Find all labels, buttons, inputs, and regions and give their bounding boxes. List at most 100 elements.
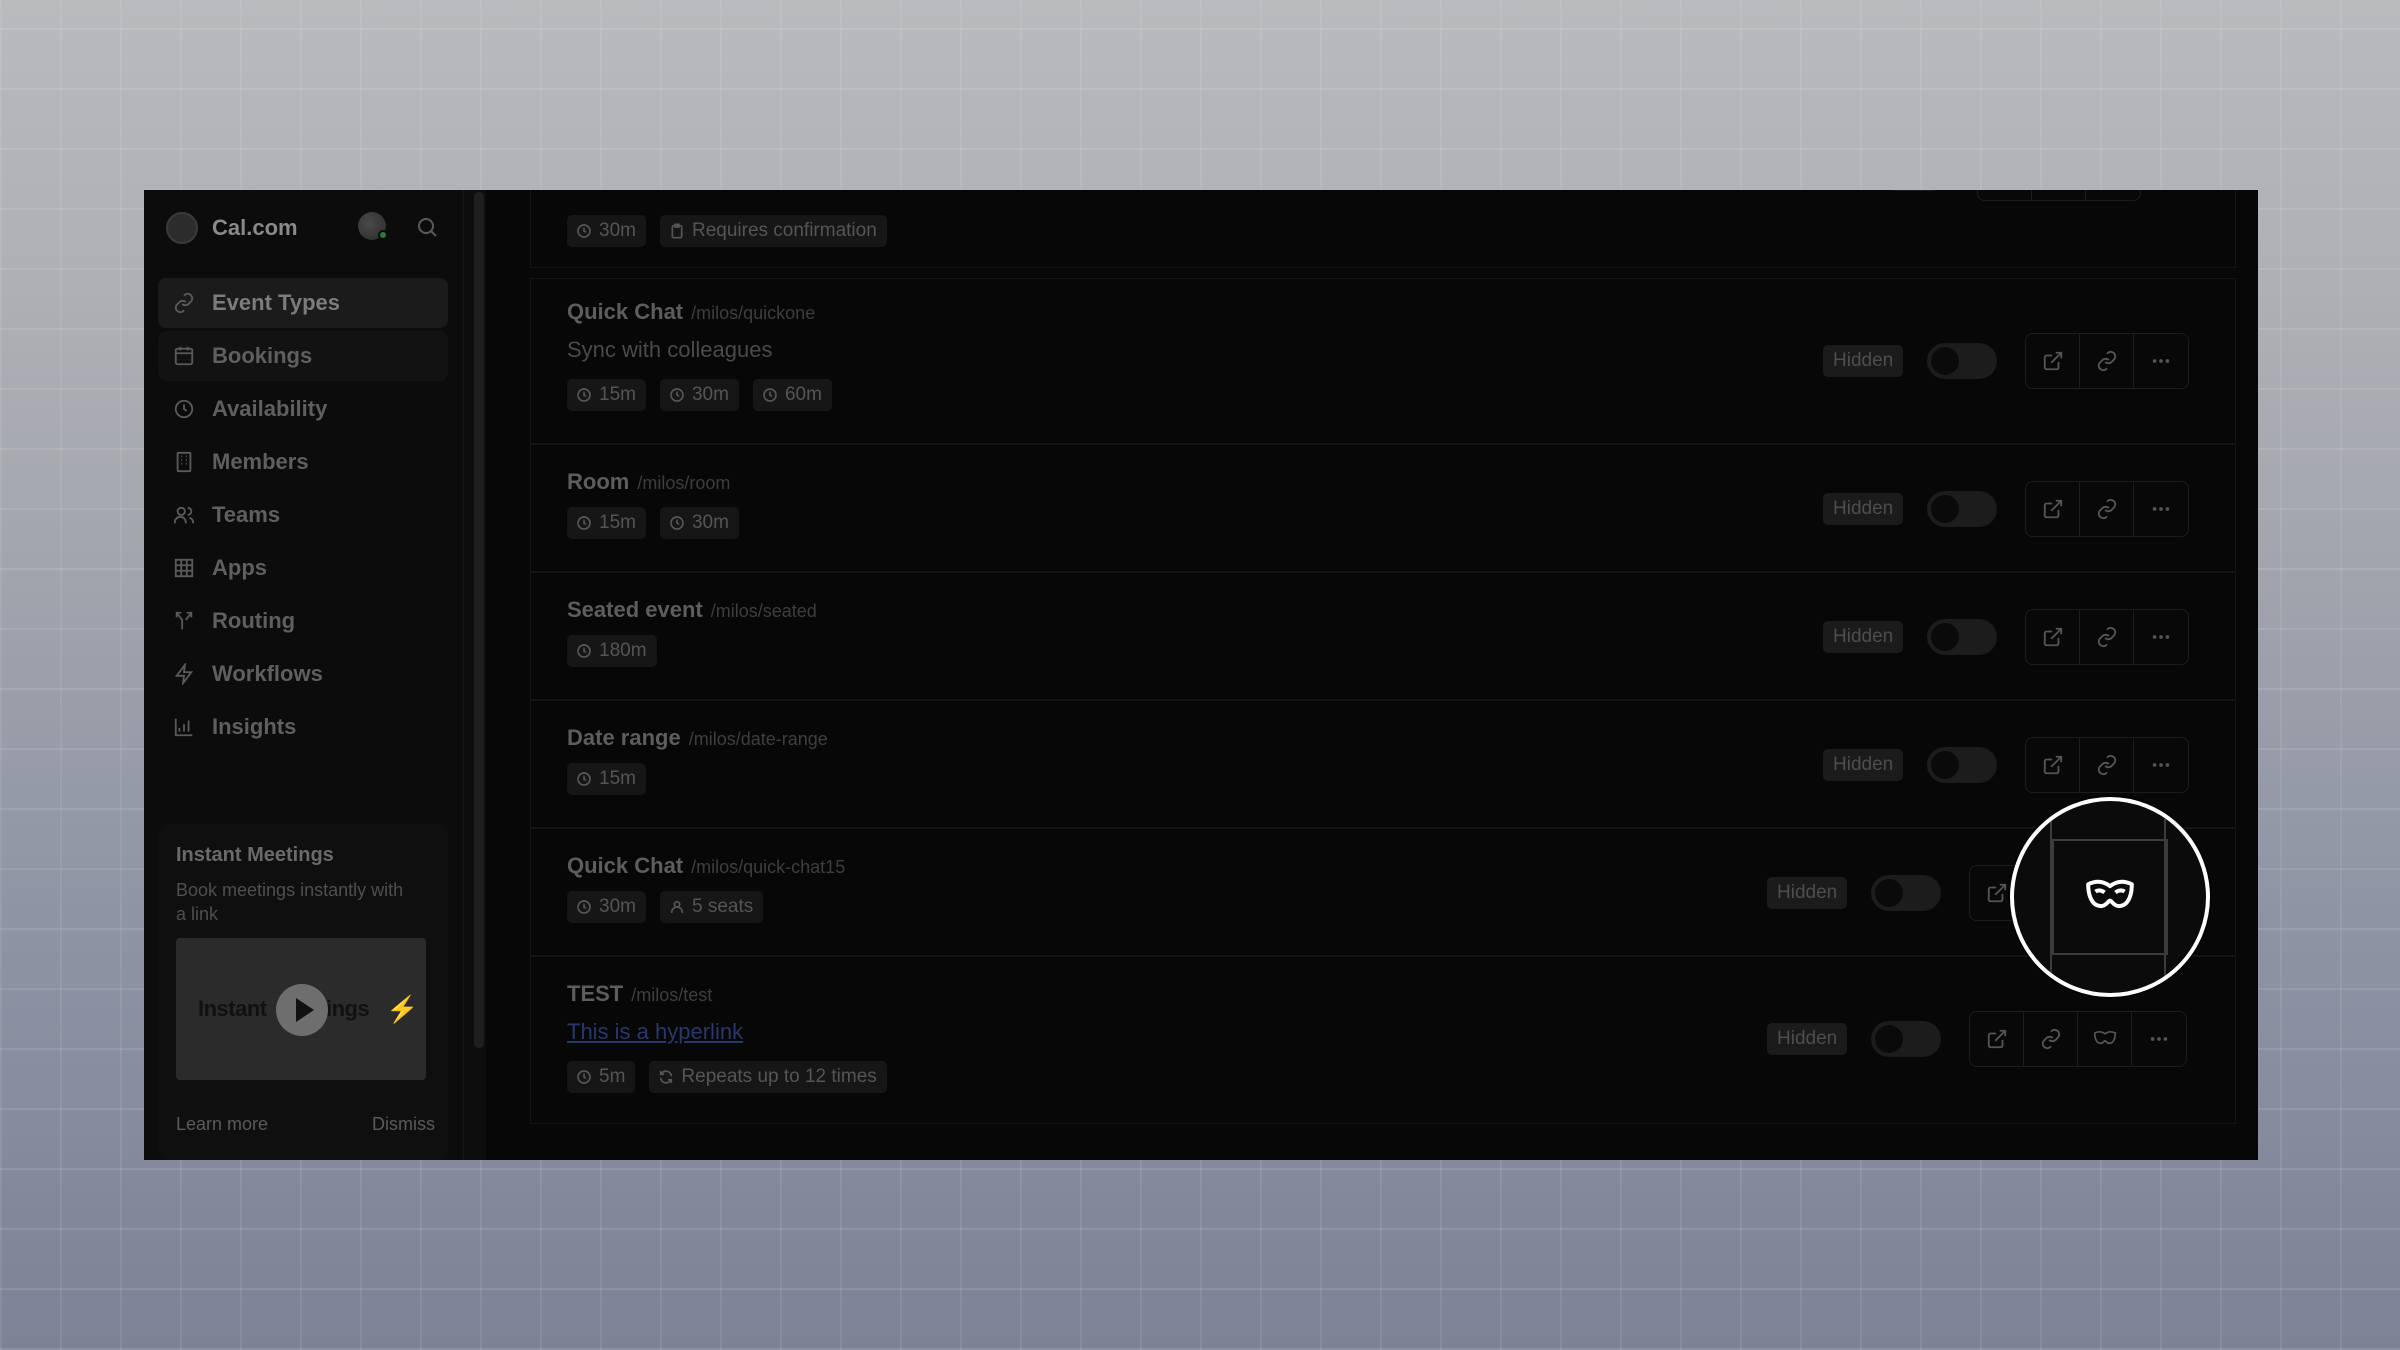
event-type-card[interactable]: TEST /milos/test This is a hyperlink 5m … <box>530 956 2236 1124</box>
promo-description: Book meetings instantly with a link <box>176 880 404 924</box>
event-badges: 5m Repeats up to 12 times <box>567 1061 901 1093</box>
copy-link-button[interactable] <box>2080 482 2135 536</box>
hidden-toggle[interactable] <box>1879 190 1950 191</box>
sidebar-item-bookings[interactable]: Bookings <box>158 331 448 381</box>
play-icon[interactable] <box>276 984 328 1036</box>
more-button[interactable] <box>2134 482 2189 536</box>
instant-meetings-promo: Instant Meetings Book meetings instantly… <box>158 824 448 1160</box>
event-title-row: Date range /milos/date-range <box>567 725 828 751</box>
copy-link-button[interactable] <box>2032 190 2087 200</box>
event-slug: /milos/test <box>631 985 713 1005</box>
bar-chart-icon <box>172 715 196 739</box>
copy-link-button[interactable] <box>2080 738 2135 792</box>
sidebar-item-label: Workflows <box>212 661 323 686</box>
hidden-toggle[interactable] <box>1871 875 1942 911</box>
confirmation-badge: Requires confirmation <box>659 215 887 247</box>
hidden-badge: Hidden <box>1767 877 1848 909</box>
sidebar-item-event-types[interactable]: Event Types <box>158 278 448 328</box>
event-actions: Hidden <box>1775 190 2142 201</box>
action-button-group <box>2025 481 2190 537</box>
user-icon <box>668 898 686 916</box>
highlight-spotlight <box>2010 797 2210 997</box>
preview-button[interactable] <box>2026 738 2081 792</box>
promo-video[interactable]: Instant ings ⚡ <box>176 938 426 1080</box>
sidebar-item-teams[interactable]: Teams <box>158 490 448 540</box>
clock-icon <box>761 386 779 404</box>
more-button[interactable] <box>2134 738 2189 792</box>
duration-badge: 60m <box>752 379 832 411</box>
event-type-card[interactable]: 30m Requires confirmation Hidden <box>530 190 2236 268</box>
event-type-card[interactable]: Quick Chat /milos/quickone Sync with col… <box>530 278 2236 444</box>
hidden-toggle[interactable] <box>1927 619 1998 655</box>
copy-link-button[interactable] <box>2024 1012 2079 1066</box>
more-button[interactable] <box>2132 1012 2187 1066</box>
event-title-row: Room /milos/room <box>567 469 730 495</box>
event-slug: /milos/room <box>637 473 731 493</box>
duration-badge: 15m <box>567 507 646 539</box>
event-title: Room <box>567 469 630 494</box>
sidebar-item-label: Insights <box>212 714 297 739</box>
more-button[interactable] <box>2134 610 2189 664</box>
sidebar-item-availability[interactable]: Availability <box>158 384 448 434</box>
event-badges: 30m Requires confirmation <box>567 215 901 247</box>
duration-badge: 15m <box>567 379 646 411</box>
event-slug: /milos/seated <box>710 601 817 621</box>
event-badges: 15m 30m 60m <box>567 379 846 411</box>
building-icon <box>172 450 196 474</box>
copy-link-button[interactable] <box>2080 334 2135 388</box>
event-description-link[interactable]: This is a hyperlink <box>567 1019 743 1045</box>
clock-icon <box>575 898 593 916</box>
preview-button[interactable] <box>2026 334 2081 388</box>
copy-link-button[interactable] <box>2080 610 2135 664</box>
preview-button[interactable] <box>2026 610 2081 664</box>
event-badges: 15m <box>567 763 660 795</box>
recurring-badge: Repeats up to 12 times <box>649 1061 887 1093</box>
event-title-row: Quick Chat /milos/quickone <box>567 299 815 325</box>
sidebar-item-apps[interactable]: Apps <box>158 543 448 593</box>
sidebar-item-label: Availability <box>212 396 328 421</box>
action-button-group <box>2025 737 2190 793</box>
sidebar-item-workflows[interactable]: Workflows <box>158 649 448 699</box>
event-type-card[interactable]: Date range /milos/date-range 15m Hidden <box>530 700 2236 828</box>
more-button[interactable] <box>2086 190 2141 200</box>
event-title: Date range <box>567 725 681 750</box>
action-button-group <box>2025 333 2190 389</box>
hidden-toggle[interactable] <box>1871 1021 1942 1057</box>
scrollbar[interactable] <box>474 192 484 1048</box>
event-type-card[interactable]: Seated event /milos/seated 180m Hidden <box>530 572 2236 700</box>
preview-button[interactable] <box>1978 190 2033 200</box>
brand[interactable]: Cal.com <box>166 208 298 248</box>
duration-badge: 30m <box>659 507 739 539</box>
split-icon <box>172 609 196 633</box>
preview-button[interactable] <box>2026 482 2081 536</box>
more-button[interactable] <box>2134 334 2189 388</box>
hidden-toggle[interactable] <box>1927 747 1998 783</box>
clock-icon <box>575 514 593 532</box>
hidden-toggle[interactable] <box>1927 491 1998 527</box>
learn-more-link[interactable]: Learn more <box>176 1114 268 1135</box>
incognito-button-highlighted[interactable] <box>2052 839 2168 955</box>
event-slug: /milos/quick-chat15 <box>691 857 846 877</box>
sidebar-item-members[interactable]: Members <box>158 437 448 487</box>
duration-badge: 180m <box>567 635 657 667</box>
event-type-card[interactable]: Quick Chat /milos/quick-chat15 30m 5 sea… <box>530 828 2236 956</box>
event-type-card[interactable]: Room /milos/room 15m 30m Hidden <box>530 444 2236 572</box>
lightning-icon: ⚡ <box>386 994 419 1024</box>
event-actions: Hidden <box>1823 481 2190 537</box>
duration-badge: 5m <box>567 1061 636 1093</box>
hidden-toggle[interactable] <box>1927 343 1998 379</box>
incognito-mask-icon <box>2084 877 2136 917</box>
sidebar-item-routing[interactable]: Routing <box>158 596 448 646</box>
sidebar-item-insights[interactable]: Insights <box>158 702 448 752</box>
duration-badge: 30m <box>567 891 646 923</box>
event-actions: Hidden <box>1823 737 2190 793</box>
clock-icon <box>668 514 686 532</box>
dismiss-button[interactable]: Dismiss <box>372 1114 435 1135</box>
event-slug: /milos/date-range <box>688 729 828 749</box>
sidebar-item-label: Routing <box>212 608 296 633</box>
search-icon[interactable] <box>410 210 444 244</box>
event-title: Quick Chat <box>567 853 684 878</box>
duration-badge: 30m <box>659 379 739 411</box>
incognito-button[interactable] <box>2078 1012 2133 1066</box>
preview-button[interactable] <box>1970 1012 2025 1066</box>
